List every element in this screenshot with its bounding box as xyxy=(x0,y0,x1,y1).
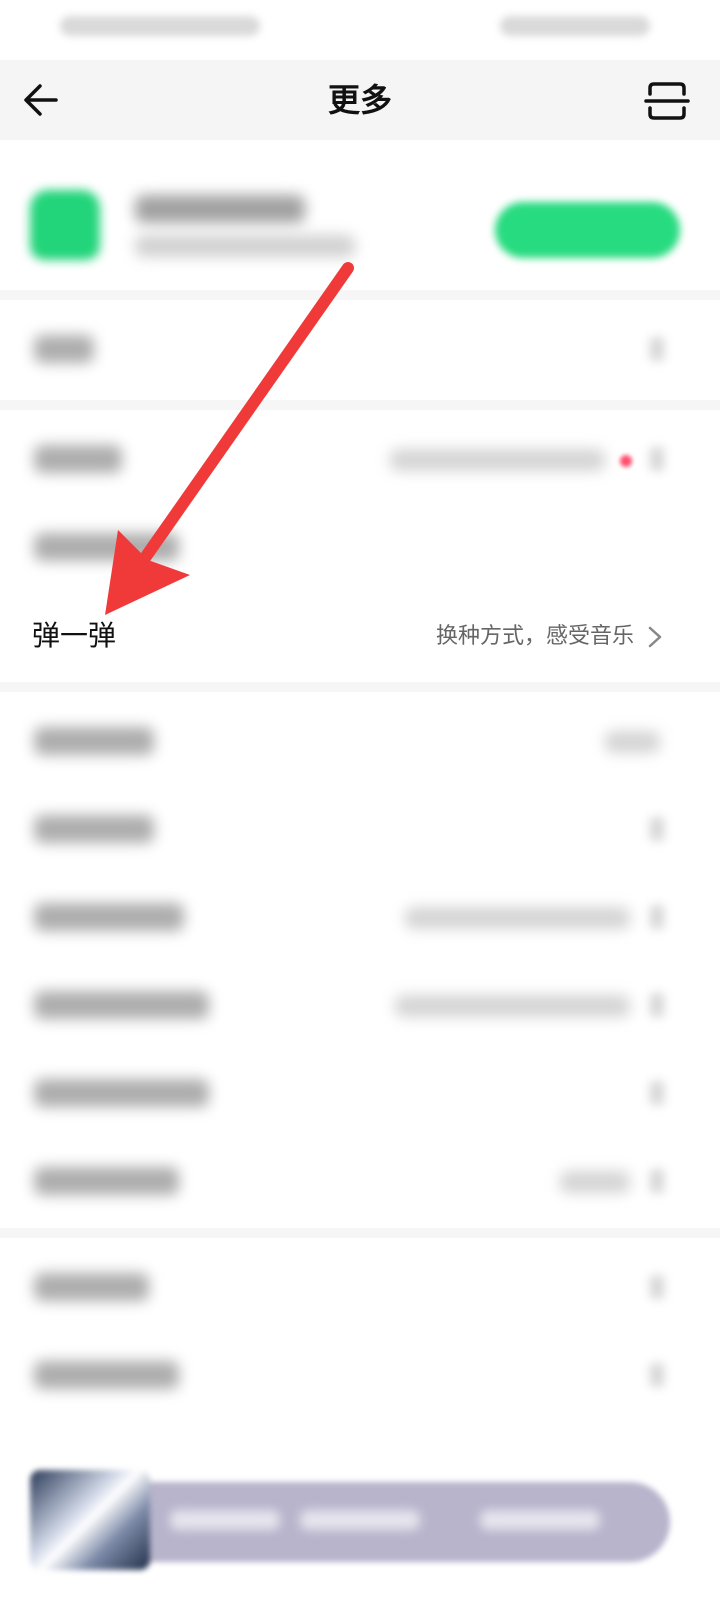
chevron-right-icon xyxy=(648,626,662,648)
list-item-value: 换种方式，感受音乐 xyxy=(435,624,634,649)
list-item-label: 弹一弹 xyxy=(32,619,117,652)
list-item[interactable] xyxy=(0,503,720,591)
chevron-right-icon xyxy=(650,817,664,841)
list-item[interactable] xyxy=(0,1137,720,1225)
list-item-value-blurred xyxy=(395,995,630,1017)
mini-player[interactable] xyxy=(30,1470,670,1570)
list-item[interactable] xyxy=(0,1049,720,1137)
album-cover[interactable] xyxy=(30,1470,150,1570)
chevron-right-icon xyxy=(650,905,664,929)
chevron-right-icon xyxy=(650,447,664,471)
chevron-right-icon xyxy=(650,1081,664,1105)
list-item-label-blurred xyxy=(34,991,209,1019)
chevron-right-icon xyxy=(650,1363,664,1387)
tshirt-icon xyxy=(30,190,100,260)
status-left-blurred xyxy=(60,16,260,36)
chevron-right-icon xyxy=(650,1169,664,1193)
scan-icon xyxy=(644,82,690,120)
lyrics-blurred xyxy=(480,1510,600,1530)
list-item[interactable] xyxy=(0,785,720,873)
status-right-blurred xyxy=(500,16,650,36)
list-item-label-blurred xyxy=(34,815,154,843)
list-item-label-blurred xyxy=(34,1273,149,1301)
list-item[interactable] xyxy=(0,873,720,961)
scan-button[interactable] xyxy=(644,78,690,124)
list-item-tanyitan[interactable]: 弹一弹 换种方式，感受音乐 xyxy=(0,592,720,680)
page-title: 更多 xyxy=(327,81,392,119)
profile-card[interactable] xyxy=(0,150,720,290)
new-badge-dot xyxy=(620,455,632,467)
section-divider xyxy=(0,682,720,692)
list-item-label-blurred xyxy=(34,1079,209,1107)
list-item[interactable] xyxy=(0,415,720,503)
artist-name-blurred xyxy=(300,1510,420,1530)
list-item[interactable] xyxy=(0,305,720,393)
list-item-label-blurred xyxy=(34,727,154,755)
list-item-label-blurred xyxy=(34,533,179,561)
profile-action-button[interactable] xyxy=(495,202,680,258)
section-divider xyxy=(0,290,720,300)
list-item-value-blurred xyxy=(605,731,660,753)
list-item[interactable] xyxy=(0,697,720,785)
profile-title-blurred xyxy=(135,195,305,223)
list-item-value-blurred xyxy=(405,907,630,929)
top-app-bar: 更多 xyxy=(0,60,720,140)
list-item-label-blurred xyxy=(34,1361,179,1389)
list-item-label-blurred xyxy=(34,335,94,363)
profile-subtitle-blurred xyxy=(135,235,355,257)
list-item-label-blurred xyxy=(34,1167,179,1195)
list-item[interactable] xyxy=(0,1243,720,1331)
list-item-value-blurred xyxy=(560,1171,630,1193)
status-bar xyxy=(0,0,720,60)
section-divider xyxy=(0,400,720,410)
section-divider xyxy=(0,1228,720,1238)
chevron-right-icon xyxy=(650,337,664,361)
list-item-label-blurred xyxy=(34,903,184,931)
list-item-value-blurred xyxy=(390,449,605,471)
chevron-right-icon xyxy=(650,993,664,1017)
chevron-right-icon xyxy=(650,1275,664,1299)
list-item-label-blurred xyxy=(34,445,122,473)
list-item[interactable] xyxy=(0,961,720,1049)
song-title-blurred xyxy=(170,1510,280,1530)
list-item[interactable] xyxy=(0,1331,720,1419)
